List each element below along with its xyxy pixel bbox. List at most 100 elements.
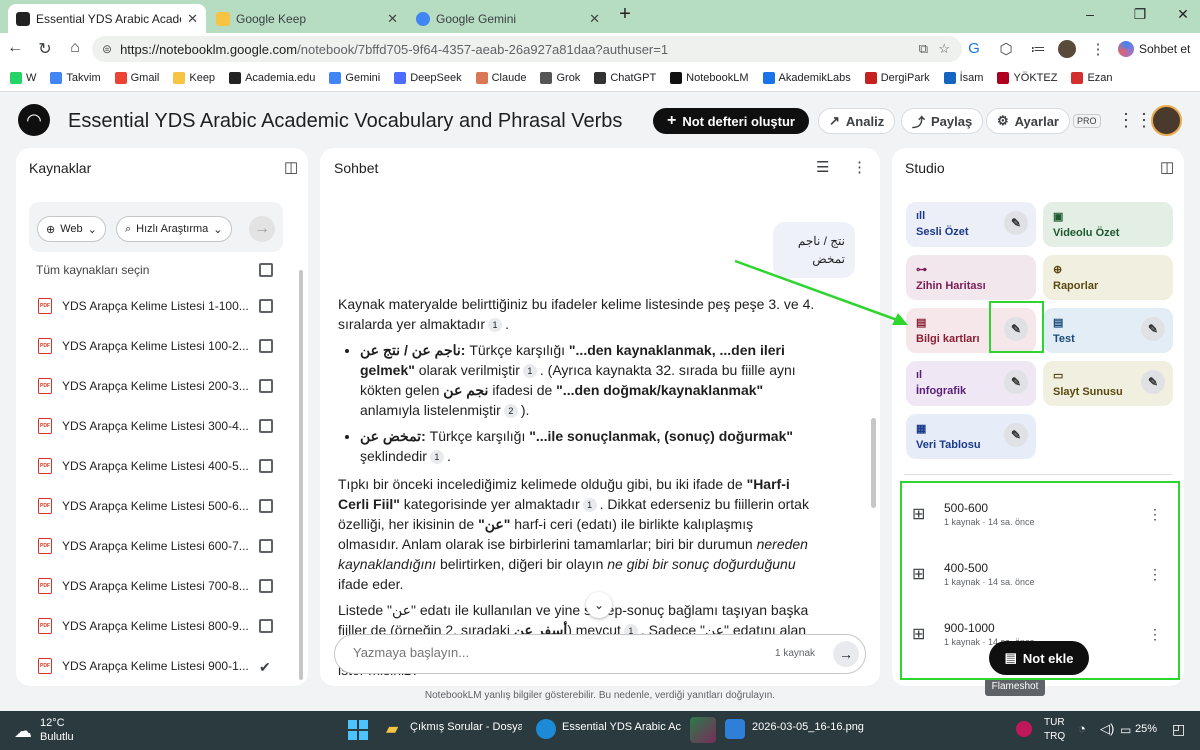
select-all-checkbox[interactable] <box>259 263 273 277</box>
taskbar-app-browser[interactable]: Essential YDS Arabic Ac <box>562 721 684 733</box>
notebooklm-logo-icon[interactable]: ◠ <box>18 104 50 136</box>
home-icon[interactable]: ⌂ <box>64 39 86 57</box>
back-arrow-icon[interactable]: ← <box>4 39 26 57</box>
pencil-edit-icon[interactable]: ✎ <box>1141 317 1165 341</box>
research-type-dropdown[interactable]: ⌕ Hızlı Araştırma ⌄ <box>116 216 232 242</box>
studio-tool-card[interactable]: ▭ Slayt Sunusu ✎ <box>1043 361 1173 406</box>
bookmark-item[interactable]: Keep <box>173 72 215 84</box>
bookmark-item[interactable]: NotebookLM <box>670 72 749 84</box>
citation-chip[interactable]: 1 <box>488 318 503 333</box>
pencil-edit-icon[interactable]: ✎ <box>1004 211 1028 235</box>
source-item[interactable]: PDF YDS Arapça Kelime Listesi 200-3... <box>16 366 308 406</box>
bookmark-item[interactable]: YÖKTEZ <box>997 72 1057 84</box>
citation-chip[interactable]: 1 <box>522 364 537 379</box>
close-tab-icon[interactable]: ✕ <box>589 11 600 27</box>
notebook-title[interactable]: Essential YDS Arabic Academic Vocabulary… <box>68 110 622 133</box>
studio-tool-card[interactable]: ıll Sesli Özet ✎ <box>906 202 1036 247</box>
sources-scrollbar[interactable] <box>299 270 303 680</box>
bookmark-item[interactable]: ChatGPT <box>594 72 656 84</box>
pencil-edit-icon[interactable]: ✎ <box>1141 370 1165 394</box>
wifi-icon[interactable]: ◔ <box>1078 721 1086 736</box>
source-checkbox[interactable] <box>259 499 273 513</box>
game-app-icon[interactable] <box>690 717 716 743</box>
source-checkbox[interactable] <box>259 299 273 313</box>
taskbar-app-explorer[interactable]: Çıkmış Sorular - Dosya G <box>410 721 522 733</box>
file-explorer-icon[interactable]: ▰ <box>386 719 398 739</box>
pencil-edit-icon[interactable]: ✎ <box>1004 370 1028 394</box>
settings-button[interactable]: ⚙ Ayarlar <box>986 108 1070 134</box>
chat-input[interactable] <box>353 645 733 660</box>
submit-search-button[interactable]: → <box>249 216 275 242</box>
studio-tool-card[interactable]: ıl İnfografik ✎ <box>906 361 1036 406</box>
source-checkbox[interactable] <box>259 539 273 553</box>
maximize-button[interactable]: ❐ <box>1125 6 1155 23</box>
source-item[interactable]: PDF YDS Arapça Kelime Listesi 300-4... <box>16 406 308 446</box>
studio-tool-card[interactable]: ▤ Test ✎ <box>1043 308 1173 353</box>
bookmark-item[interactable]: Ezan <box>1071 72 1113 84</box>
bookmark-item[interactable]: Takvim <box>50 72 101 84</box>
chat-settings-sliders-icon[interactable]: ☰ <box>816 158 829 176</box>
bookmark-item[interactable]: DergiPark <box>864 72 930 84</box>
source-checkbox[interactable] <box>259 579 273 593</box>
site-info-icon[interactable]: ⊜ <box>102 42 112 56</box>
bookmark-item[interactable]: Claude <box>475 72 526 84</box>
bookmark-item[interactable]: Grok <box>540 72 580 84</box>
language-code[interactable]: TUR <box>1044 717 1065 728</box>
source-checkbox[interactable] <box>259 339 273 353</box>
studio-tool-card[interactable]: ⊕ Raporlar <box>1043 255 1173 300</box>
share-button[interactable]: ⤴ Paylaş <box>901 108 984 134</box>
source-checkbox[interactable] <box>259 619 273 633</box>
battery-icon[interactable]: ▭ <box>1120 723 1131 737</box>
bookmark-item[interactable]: Gemini <box>329 72 380 84</box>
source-item[interactable]: PDF YDS Arapça Kelime Listesi 700-8... <box>16 566 308 606</box>
tab-google-keep[interactable]: Google Keep ✕ <box>208 4 406 33</box>
weather-cloud-icon[interactable]: ☁ <box>14 721 32 742</box>
edge-icon[interactable] <box>536 719 556 739</box>
source-checkbox[interactable]: ✔ <box>259 659 273 675</box>
collapse-panel-icon[interactable]: ◫ <box>284 158 298 176</box>
studio-tool-card[interactable]: ⊶ Zihin Haritası <box>906 255 1036 300</box>
bookmark-item[interactable]: W <box>10 72 36 84</box>
browser-menu-icon[interactable]: ⋮ <box>1088 40 1108 58</box>
address-bar[interactable]: ⊜ https://notebooklm.google.com /noteboo… <box>92 36 962 62</box>
extensions-icon[interactable]: ⬡ <box>996 40 1016 58</box>
create-notebook-button[interactable]: + Not defteri oluştur <box>653 108 809 134</box>
citation-chip[interactable]: 1 <box>429 450 444 465</box>
bookmark-item[interactable]: Gmail <box>114 72 159 84</box>
source-item[interactable]: PDF YDS Arapça Kelime Listesi 1-100... <box>16 286 308 326</box>
citation-chip[interactable]: 1 <box>582 498 597 513</box>
bookmark-item[interactable]: Academia.edu <box>229 72 315 84</box>
close-window-button[interactable]: ✕ <box>1168 6 1198 23</box>
chat-more-icon[interactable]: ⋮ <box>852 158 867 176</box>
source-item[interactable]: PDF YDS Arapça Kelime Listesi 900-1... ✔ <box>16 646 308 686</box>
minimize-button[interactable]: – <box>1075 6 1105 22</box>
web-dropdown[interactable]: ⊕ Web ⌄ <box>37 216 106 242</box>
notifications-icon[interactable]: ◰ <box>1172 721 1185 738</box>
chat-input-box[interactable]: 1 kaynak → <box>334 634 866 674</box>
analyze-button[interactable]: ↗ Analiz <box>818 108 896 134</box>
bookmark-item[interactable]: İsam <box>943 72 983 84</box>
tab-notebooklm[interactable]: Essential YDS Arabic Academic Vo ✕ <box>8 4 206 33</box>
translate-icon[interactable]: G <box>964 40 984 57</box>
profile-avatar[interactable] <box>1058 40 1076 58</box>
send-arrow-icon[interactable]: → <box>833 641 859 667</box>
collapse-panel-icon[interactable]: ◫ <box>1160 158 1174 176</box>
source-checkbox[interactable] <box>259 419 273 433</box>
taskbar-app-image[interactable]: 2026-03-05_16-16.png <box>752 721 864 733</box>
bookmark-item[interactable]: AkademikLabs <box>762 72 851 84</box>
close-tab-icon[interactable]: ✕ <box>187 11 198 27</box>
source-item[interactable]: PDF YDS Arapça Kelime Listesi 500-6... <box>16 486 308 526</box>
source-item[interactable]: PDF YDS Arapça Kelime Listesi 600-7... <box>16 526 308 566</box>
reading-list-icon[interactable]: ≔ <box>1028 40 1048 58</box>
source-checkbox[interactable] <box>259 379 273 393</box>
pencil-edit-icon[interactable]: ✎ <box>1004 423 1028 447</box>
tab-google-gemini[interactable]: Google Gemini ✕ <box>408 4 608 33</box>
scroll-down-chevron-icon[interactable]: ⌄ <box>586 592 612 618</box>
source-item[interactable]: PDF YDS Arapça Kelime Listesi 100-2... <box>16 326 308 366</box>
new-tab-button[interactable]: + <box>610 3 640 26</box>
studio-tool-card[interactable]: ▣ Videolu Özet <box>1043 202 1173 247</box>
volume-icon[interactable]: ◁) <box>1100 721 1114 737</box>
bookmark-star-icon[interactable]: ☆ <box>938 41 950 57</box>
tray-app-icon[interactable] <box>1016 721 1032 737</box>
reload-icon[interactable]: ↻ <box>34 39 56 59</box>
